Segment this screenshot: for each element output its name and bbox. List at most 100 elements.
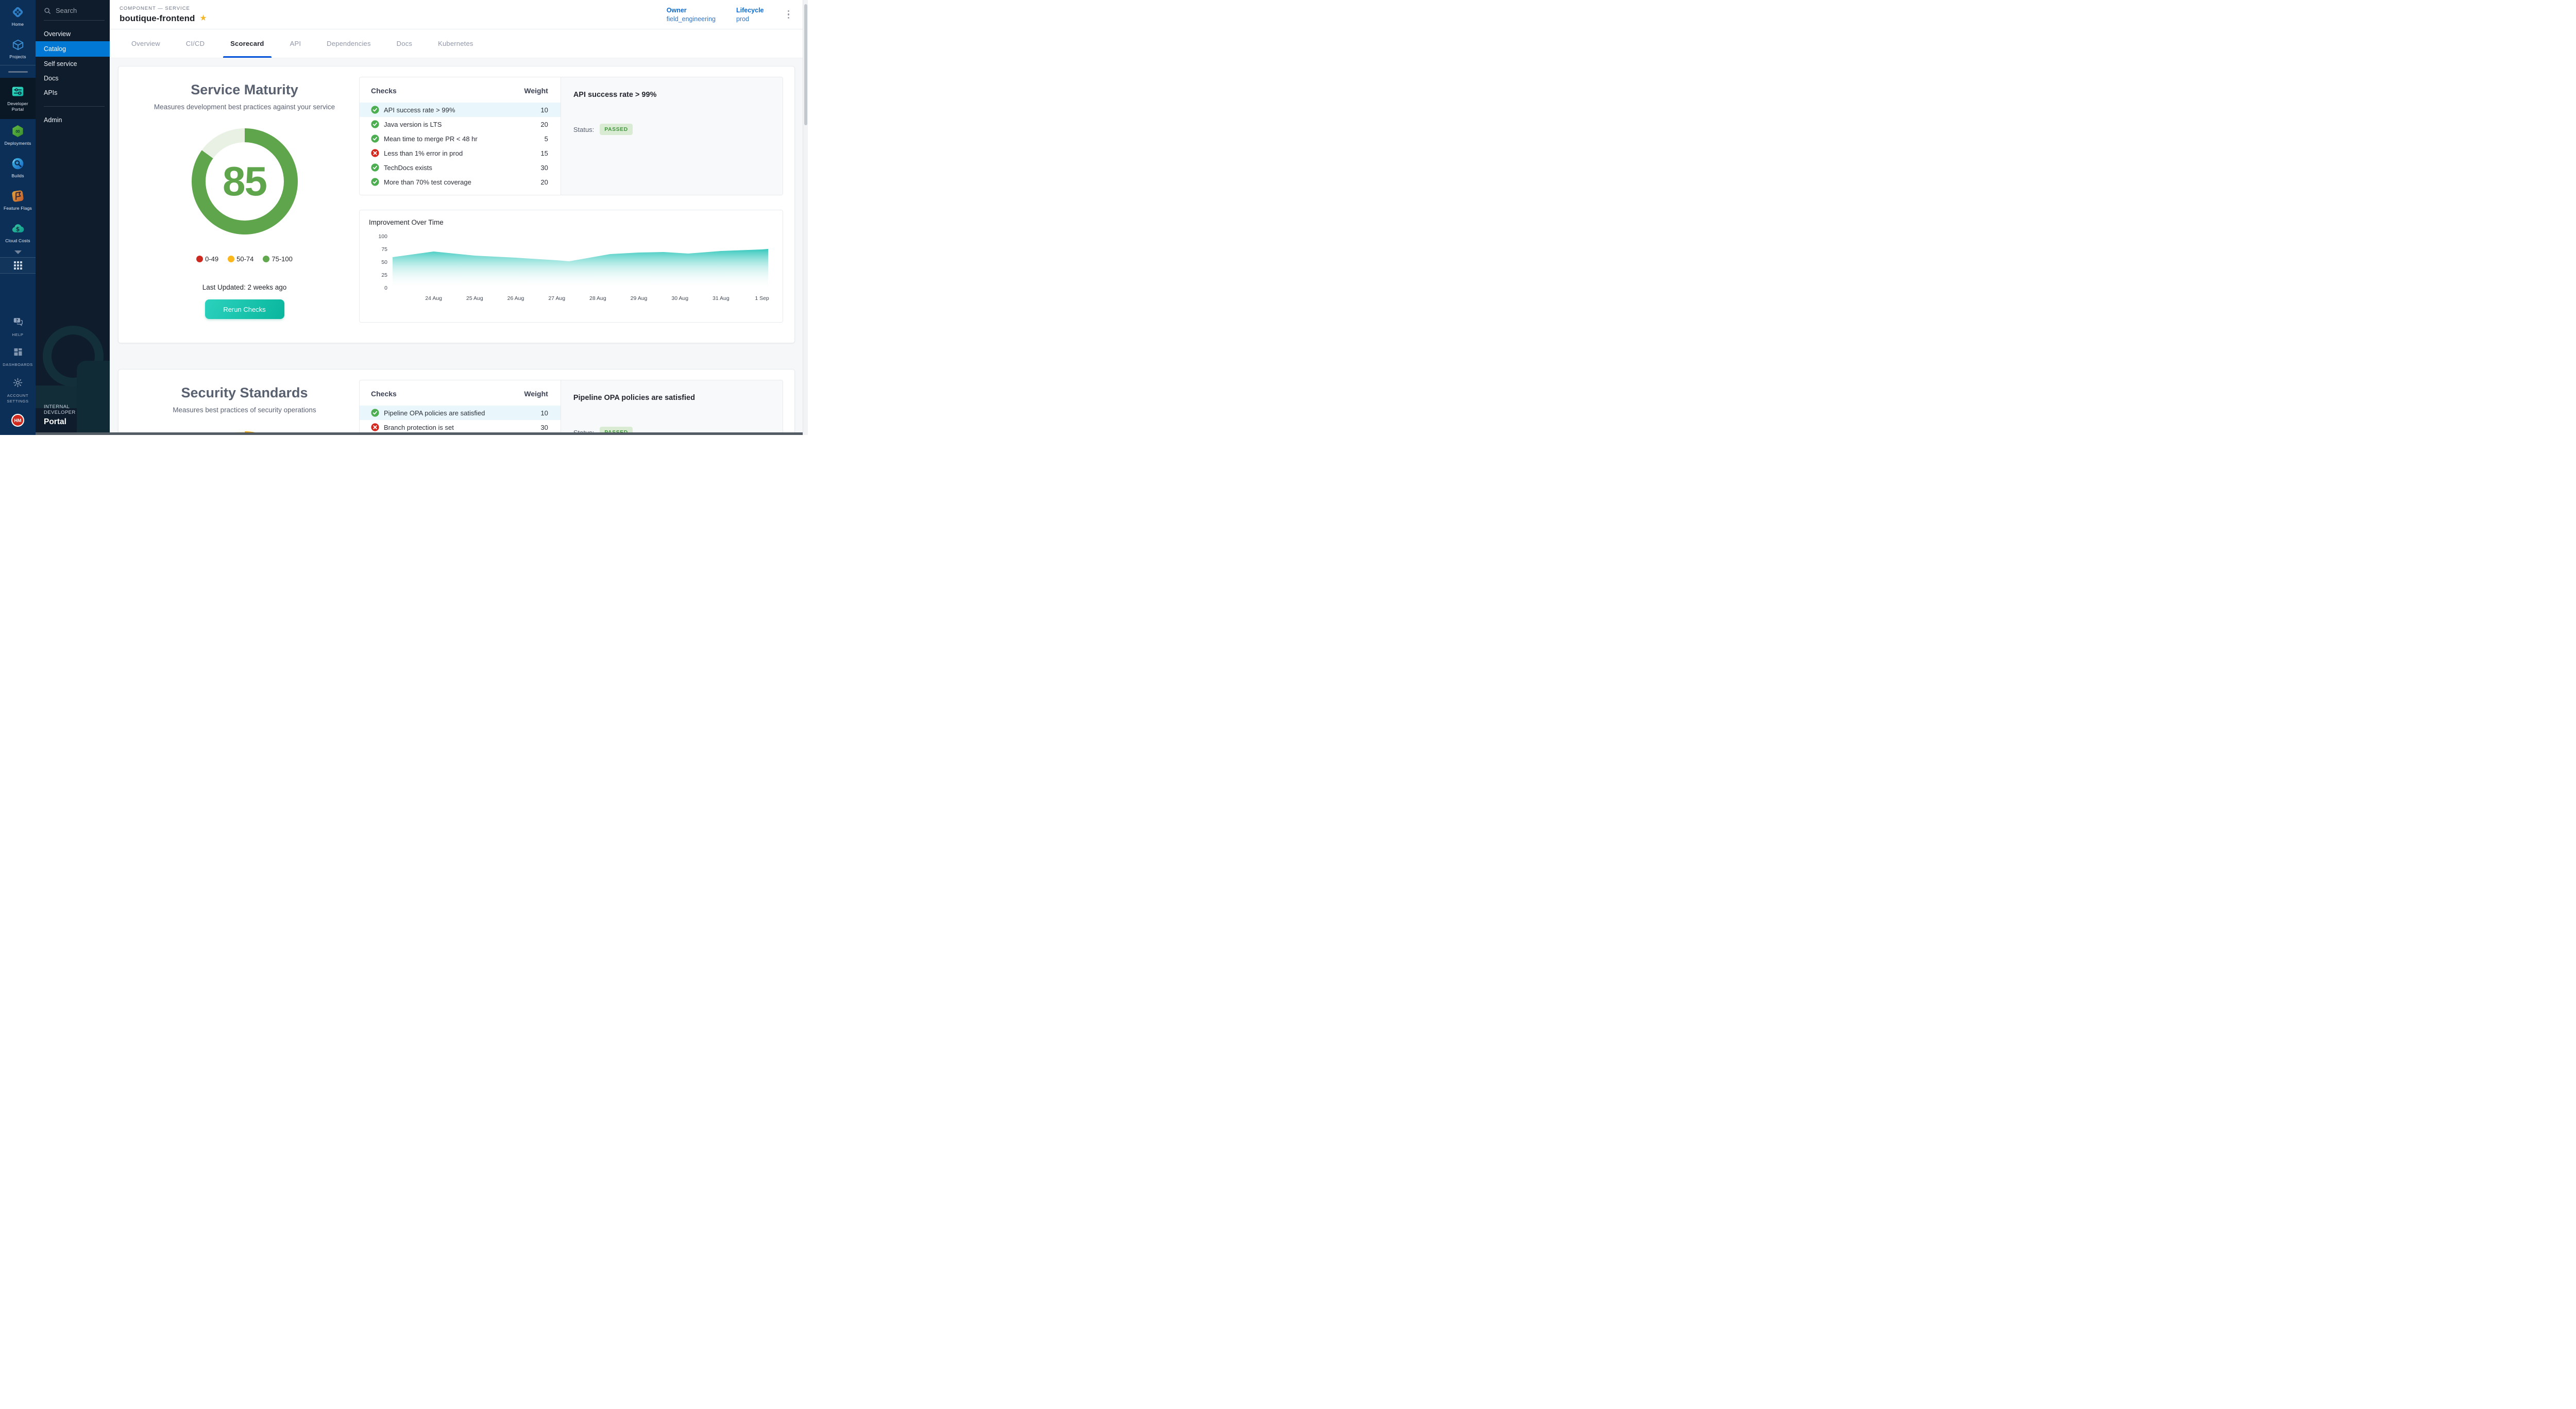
checks-panel: Checks Weight Pipeline OPA policies are … <box>359 380 783 435</box>
check-weight: 20 <box>540 121 548 128</box>
checks-row[interactable]: Mean time to merge PR < 48 hr5 <box>360 131 561 146</box>
sidebar-module-feature-flags[interactable]: Feature Flags <box>0 184 36 216</box>
module-selector-button[interactable] <box>0 257 36 274</box>
check-label: Pipeline OPA policies are satisfied <box>384 409 536 417</box>
x-tick-label: 29 Aug <box>631 295 648 301</box>
kebab-menu-icon[interactable] <box>785 8 793 21</box>
x-tick-label: 1 Sep <box>755 295 769 301</box>
sidebar-module-deployments[interactable]: ∞Deployments <box>0 119 36 152</box>
tab-kubernetes[interactable]: Kubernetes <box>429 29 483 58</box>
check-passed-icon <box>371 106 379 114</box>
sidebar-module-builds[interactable]: Builds <box>0 152 36 184</box>
projects-cube-icon <box>11 38 25 52</box>
sidebar-module-home[interactable]: Home <box>0 0 36 32</box>
builds-icon <box>11 157 25 171</box>
improvement-chart-panel: Improvement Over Time 1007550250 <box>359 210 783 323</box>
item-label: DASHBOARDS <box>3 362 33 367</box>
checks-row[interactable]: Java version is LTS20 <box>360 117 561 131</box>
sidebar-item-dashboards[interactable]: DASHBOARDS <box>0 342 36 372</box>
sidebar-item-admin[interactable]: Admin <box>36 113 110 127</box>
check-failed-icon <box>371 149 379 157</box>
search-input[interactable]: Search <box>36 0 110 19</box>
check-passed-icon <box>371 163 379 172</box>
legend-label: 0-49 <box>205 255 218 263</box>
scrollbar-thumb[interactable] <box>804 4 807 125</box>
sidebar-item-account-settings[interactable]: ACCOUNT SETTINGS <box>0 373 36 409</box>
check-weight: 10 <box>540 409 548 417</box>
sidebar-item-self-service[interactable]: Self service <box>36 57 110 71</box>
lifecycle-meta: Lifecycle prod <box>736 7 764 23</box>
tab-ci-cd[interactable]: CI/CD <box>177 29 214 58</box>
score-donut: 85 <box>192 128 298 234</box>
checks-row[interactable]: More than 70% test coverage20 <box>360 175 561 189</box>
checks-row[interactable]: Less than 1% error in prod15 <box>360 146 561 160</box>
tab-overview[interactable]: Overview <box>122 29 170 58</box>
tab-dependencies[interactable]: Dependencies <box>317 29 380 58</box>
nav-footer-title: Portal <box>44 417 103 427</box>
x-tick-label: 24 Aug <box>425 295 442 301</box>
sidebar-item-docs[interactable]: Docs <box>36 71 110 86</box>
page-title: boutique-frontend <box>120 13 195 24</box>
legend-item: 50-74 <box>228 255 253 263</box>
check-passed-icon <box>371 178 379 186</box>
status-label: Status: <box>573 126 594 133</box>
weight-column-header: Weight <box>524 87 548 95</box>
tab-docs[interactable]: Docs <box>387 29 421 58</box>
gear-icon <box>12 377 23 391</box>
nav-divider <box>44 106 105 107</box>
check-label: Branch protection is set <box>384 424 536 431</box>
svg-text:∞: ∞ <box>15 128 20 135</box>
scorecard-subtitle: Measures development best practices agai… <box>154 103 335 111</box>
x-tick-label: 27 Aug <box>548 295 565 301</box>
scorecard-subtitle: Measures best practices of security oper… <box>173 406 316 414</box>
checks-row[interactable]: Pipeline OPA policies are satisfied 10 <box>360 406 561 420</box>
rerun-checks-button[interactable]: Rerun Checks <box>205 299 284 319</box>
content-scroll-area: Service Maturity Measures development be… <box>110 58 808 435</box>
sidebar-item-catalog[interactable]: Catalog <box>36 41 110 57</box>
rail-dash-band <box>0 65 36 78</box>
sidebar-item-apis[interactable]: APIs <box>36 86 110 100</box>
checks-column-header: Checks <box>371 87 397 95</box>
weight-column-header: Weight <box>524 390 548 398</box>
harness-logo-icon <box>11 5 25 19</box>
check-weight: 10 <box>540 106 548 114</box>
user-avatar[interactable]: HM <box>11 414 24 427</box>
main-area: COMPONENT — SERVICE boutique-frontend ★ … <box>110 0 808 435</box>
tab-api[interactable]: API <box>281 29 311 58</box>
sidebar-item-overview[interactable]: Overview <box>36 27 110 41</box>
scrollbar[interactable] <box>803 0 808 435</box>
check-passed-icon <box>371 120 379 128</box>
sidebar-module-developer-portal[interactable]: Developer Portal <box>0 78 36 119</box>
legend-dot <box>263 256 269 262</box>
module-label: Builds <box>11 173 24 179</box>
sidebar-item-help[interactable]: ?HELP <box>0 311 36 342</box>
owner-label: Owner <box>667 7 716 14</box>
tab-scorecard[interactable]: Scorecard <box>221 29 273 58</box>
chart-title: Improvement Over Time <box>369 219 771 226</box>
checks-row[interactable]: TechDocs exists30 <box>360 160 561 175</box>
checks-rows: Pipeline OPA policies are satisfied 10 Bra… <box>360 406 561 435</box>
checks-panel: Checks Weight API success rate > 99%10Ja… <box>359 77 783 195</box>
owner-link[interactable]: field_engineering <box>667 15 716 23</box>
x-tick-label: 31 Aug <box>713 295 730 301</box>
chevron-down-icon[interactable] <box>0 249 36 257</box>
sidebar-module-cloud-costs[interactable]: $Cloud Costs <box>0 216 36 249</box>
help-chat-icon: ? <box>12 316 24 330</box>
collapse-handle[interactable] <box>8 71 28 73</box>
legend-dot <box>196 256 203 262</box>
rail-modules: Developer Portal∞Deployments Builds Featur… <box>0 78 36 249</box>
x-tick-label: 28 Aug <box>589 295 606 301</box>
module-label: Projects <box>9 54 26 60</box>
check-detail-panel: API success rate > 99% Status: PASSED <box>561 77 783 195</box>
sidebar-module-projects[interactable]: Projects <box>0 32 36 65</box>
checks-row[interactable]: API success rate > 99%10 <box>360 103 561 117</box>
scorecard-security-standards: Security Standards Measures best practic… <box>118 369 795 435</box>
breadcrumb: COMPONENT — SERVICE <box>120 6 207 11</box>
lifecycle-value[interactable]: prod <box>736 15 764 23</box>
scorecard-title: Service Maturity <box>191 82 298 98</box>
check-detail-title: API success rate > 99% <box>573 91 770 99</box>
favorite-star-icon[interactable]: ★ <box>199 14 207 23</box>
y-tick-label: 0 <box>372 285 387 291</box>
last-updated-text: Last Updated: 2 weeks ago <box>202 283 287 291</box>
feature-flags-icon <box>11 189 25 203</box>
